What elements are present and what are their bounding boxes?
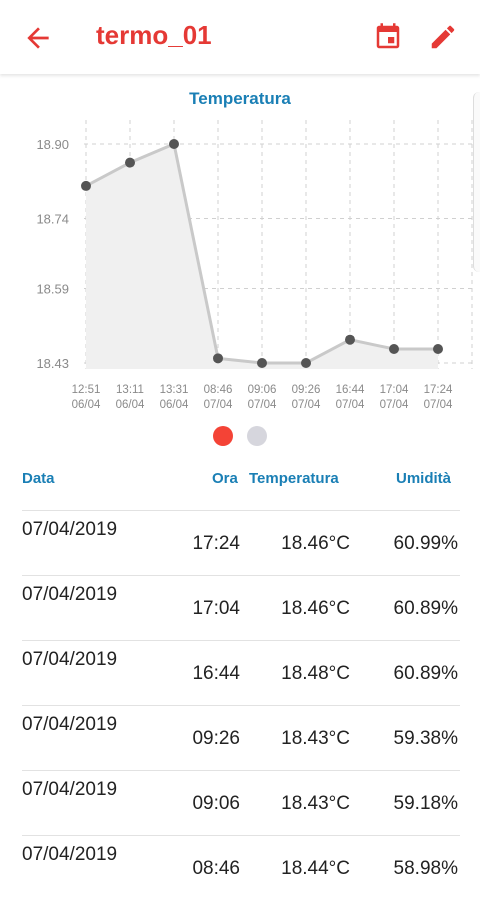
cell-temperatura: 18.48°C [281,663,350,684]
cell-temperatura: 18.43°C [281,728,350,749]
cell-ora: 17:04 [192,598,240,619]
x-tick-label: 07/04 [292,399,321,411]
pager-dots [0,426,480,451]
pager-dot-2[interactable] [247,426,268,446]
cell-ora: 09:26 [192,728,240,749]
cell-umidita: 60.99% [393,533,458,554]
cell-temperatura: 18.46°C [281,598,350,619]
x-tick-label: 12:51 [72,384,101,396]
x-tick-label: 07/04 [248,399,277,411]
x-tick-label: 17:24 [424,384,453,396]
data-point [433,344,443,355]
table-row[interactable]: 07/04/2019 17:04 18.46°C 60.89% [22,575,460,640]
x-tick-label: 09:06 [248,384,277,396]
cell-temperatura: 18.44°C [281,858,350,879]
cell-umidita: 58.98% [393,858,458,879]
app-bar: termo_01 [0,0,480,74]
x-tick-label: 09:26 [292,384,321,396]
x-tick-label: 17:04 [380,384,409,396]
cell-date: 07/04/2019 [22,714,118,735]
cell-ora: 08:46 [192,858,240,879]
data-point [169,139,179,149]
header-temperatura: Temperatura [249,470,339,487]
table-row[interactable]: 07/04/2019 09:26 18.43°C 59.38% [22,705,460,770]
cell-ora: 17:24 [192,533,240,554]
cell-umidita: 60.89% [393,598,458,619]
back-arrow-icon[interactable] [22,22,54,54]
data-point [81,180,91,191]
temperature-chart: 18.90 18.74 18.59 18.43 12:51 06/04 13:11 06/04… [36,120,473,411]
data-point [345,334,355,345]
data-point [213,353,223,364]
x-tick-label: 06/04 [160,399,189,411]
data-point [389,344,399,355]
cell-ora: 16:44 [192,663,240,684]
page-title: termo_01 [96,20,212,50]
cell-temperatura: 18.43°C [281,793,350,814]
table-body: 07/04/2019 17:24 18.46°C 60.99% 07/04/20… [22,510,460,900]
table-row[interactable]: 07/04/2019 17:24 18.46°C 60.99% [22,510,460,575]
cell-date: 07/04/2019 [22,844,118,865]
x-tick-label: 07/04 [336,399,365,411]
table-header: Data Ora Temperatura Umidità [0,470,480,490]
x-tick-label: 06/04 [72,399,101,411]
cell-ora: 09:06 [192,793,240,814]
x-tick-label: 08:46 [204,384,233,396]
x-tick-label: 13:11 [116,384,144,396]
data-point [257,358,267,368]
x-tick-label: 07/04 [380,399,409,411]
y-tick-label: 18.74 [36,212,69,227]
cell-umidita: 59.18% [393,793,458,814]
table-row[interactable]: 07/04/2019 08:46 18.44°C 58.98% [22,835,460,900]
cell-umidita: 60.89% [393,663,458,684]
cell-temperatura: 18.46°C [281,533,350,554]
header-data: Data [22,470,55,487]
x-tick-label: 16:44 [336,384,365,396]
cell-umidita: 59.38% [393,728,458,749]
x-tick-label: 13:31 [160,384,189,396]
pager-dot-1[interactable] [212,426,233,446]
x-tick-label: 07/04 [424,399,453,411]
cell-date: 07/04/2019 [22,779,118,800]
calendar-icon[interactable] [373,22,403,52]
x-tick-label: 07/04 [204,399,233,411]
table-row[interactable]: 07/04/2019 09:06 18.43°C 59.18% [22,770,460,835]
y-tick-label: 18.90 [36,137,69,152]
edit-pencil-icon[interactable] [428,22,458,52]
chart-title: Temperatura [189,89,291,108]
cell-date: 07/04/2019 [22,584,118,605]
data-point [125,157,135,168]
y-tick-label: 18.43 [36,356,69,371]
y-tick-label: 18.59 [36,281,69,296]
x-tick-label: 06/04 [116,399,145,411]
header-ora: Ora [212,470,238,487]
table-row[interactable]: 07/04/2019 16:44 18.48°C 60.89% [22,640,460,705]
cell-date: 07/04/2019 [22,519,118,540]
header-umidita: Umidità [396,470,452,487]
cell-date: 07/04/2019 [22,649,118,670]
data-point [301,358,311,368]
